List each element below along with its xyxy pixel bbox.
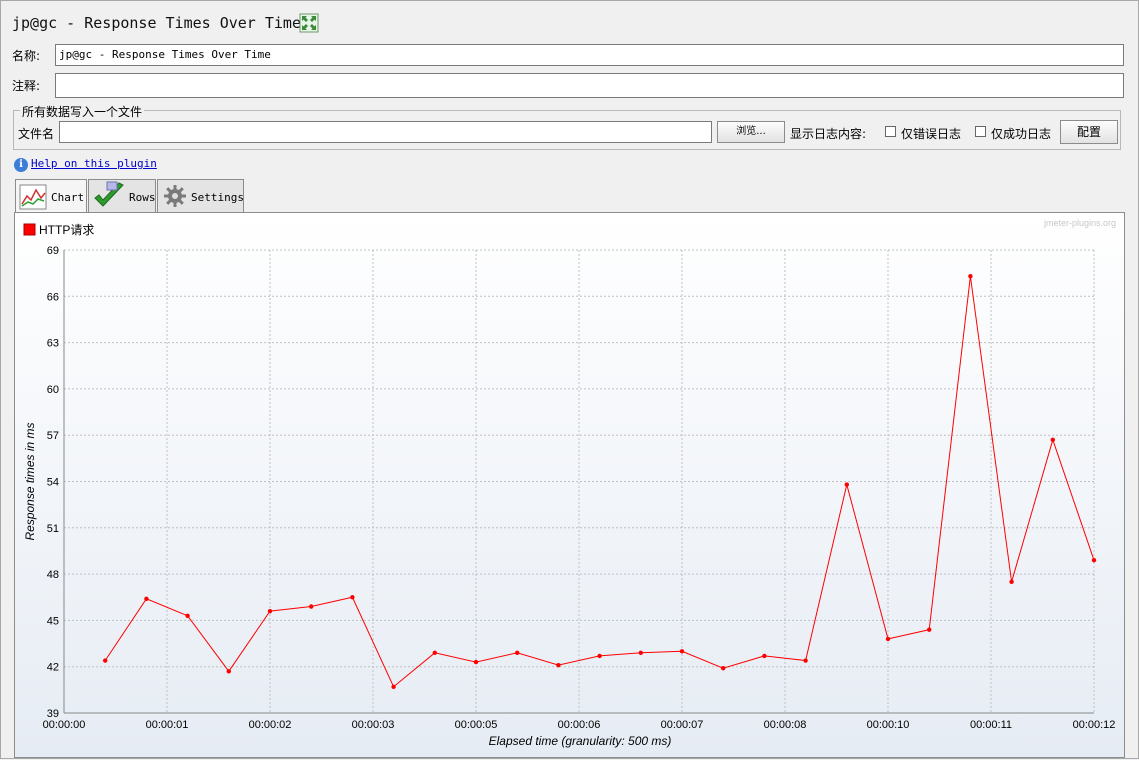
data-point xyxy=(1091,558,1097,563)
data-point xyxy=(144,596,149,601)
data-point xyxy=(638,650,643,656)
info-icon: i xyxy=(14,158,28,172)
chart-panel: jmeter-plugins.org HTTP请求 39 42 45 48 51 54 57… xyxy=(14,212,1125,758)
x-tick-label: 00:00:06 xyxy=(558,719,601,731)
data-point xyxy=(1050,437,1056,443)
data-point xyxy=(679,649,685,654)
tab-chart[interactable]: Chart xyxy=(15,179,87,214)
data-point xyxy=(1009,579,1014,585)
chart-icon xyxy=(19,184,47,210)
success-only-checkbox[interactable] xyxy=(975,126,986,137)
browse-button[interactable]: 浏览... xyxy=(717,121,785,143)
name-field[interactable]: jp@gc - Response Times Over Time xyxy=(55,44,1124,66)
filename-label: 文件名 xyxy=(18,127,55,141)
x-tick-label: 00:00:11 xyxy=(970,719,1012,731)
x-tick-label: 00:00:10 xyxy=(867,719,910,731)
y-tick-label: 63 xyxy=(47,338,59,350)
tab-settings-label: Settings xyxy=(191,191,244,204)
y-tick-label: 51 xyxy=(47,523,59,535)
tab-rows[interactable]: Rows xyxy=(88,179,156,212)
data-point xyxy=(185,613,190,618)
data-point xyxy=(803,658,808,663)
x-tick-label: 00:00:00 xyxy=(43,719,86,731)
configure-button[interactable]: 配置 xyxy=(1060,120,1118,144)
data-point xyxy=(597,653,602,659)
data-point xyxy=(721,666,726,671)
x-tick-label: 00:00:05 xyxy=(455,719,498,731)
y-tick-label: 57 xyxy=(47,430,59,442)
y-tick-label: 60 xyxy=(47,384,59,396)
errors-only-label: 仅错误日志 xyxy=(901,127,962,141)
y-tick-label: 69 xyxy=(47,245,59,257)
data-point xyxy=(103,658,108,663)
response-time-chart: jmeter-plugins.org HTTP请求 39424548515457… xyxy=(15,213,1124,757)
x-tick-label: 00:00:07 xyxy=(661,719,704,731)
data-point xyxy=(432,650,437,656)
y-tick-label: 42 xyxy=(47,662,59,674)
data-point xyxy=(473,659,479,665)
legend-swatch xyxy=(23,223,36,236)
data-point xyxy=(762,653,767,659)
data-point xyxy=(391,684,396,689)
data-point xyxy=(226,669,231,674)
log-content-label: 显示日志内容: xyxy=(790,127,867,141)
y-tick-label: 66 xyxy=(47,291,59,303)
comment-field[interactable] xyxy=(55,73,1124,98)
y-tick-label: 45 xyxy=(47,615,59,627)
tab-chart-label: Chart xyxy=(51,191,85,204)
errors-only-checkbox[interactable] xyxy=(885,126,896,137)
data-point xyxy=(844,482,849,487)
comment-label: 注释: xyxy=(12,79,41,93)
y-axis-label: Response times in ms xyxy=(23,422,37,540)
help-link[interactable]: Help on this plugin xyxy=(31,157,157,170)
data-point xyxy=(927,627,932,632)
tab-rows-label: Rows xyxy=(129,191,156,204)
tab-settings[interactable]: Settings xyxy=(157,179,244,212)
data-point xyxy=(350,595,355,600)
x-tick-label: 00:00:08 xyxy=(764,719,807,731)
data-point xyxy=(885,636,891,642)
x-tick-label: 00:00:01 xyxy=(146,719,189,731)
y-tick-label: 48 xyxy=(47,569,59,581)
x-tick-label: 00:00:02 xyxy=(249,719,292,731)
data-point xyxy=(267,608,273,614)
data-point xyxy=(515,650,520,656)
success-only-label: 仅成功日志 xyxy=(991,127,1052,141)
checkmark-icon xyxy=(94,181,124,207)
data-point xyxy=(556,662,561,668)
filename-field[interactable] xyxy=(59,121,712,143)
panel-title: jp@gc - Response Times Over Time xyxy=(12,14,301,32)
gear-icon xyxy=(164,185,186,207)
legend-label: HTTP请求 xyxy=(39,223,94,237)
x-tick-label: 00:00:12 xyxy=(1073,719,1116,731)
watermark: jmeter-plugins.org xyxy=(1043,218,1116,228)
data-point xyxy=(309,604,314,609)
x-tick-label: 00:00:03 xyxy=(352,719,395,731)
expand-icon[interactable] xyxy=(299,13,319,33)
x-axis-label: Elapsed time (granularity: 500 ms) xyxy=(489,734,672,748)
name-label: 名称: xyxy=(12,49,41,63)
data-point xyxy=(968,274,973,279)
write-to-file-title: 所有数据写入一个文件 xyxy=(20,103,145,120)
y-tick-label: 54 xyxy=(47,477,59,489)
